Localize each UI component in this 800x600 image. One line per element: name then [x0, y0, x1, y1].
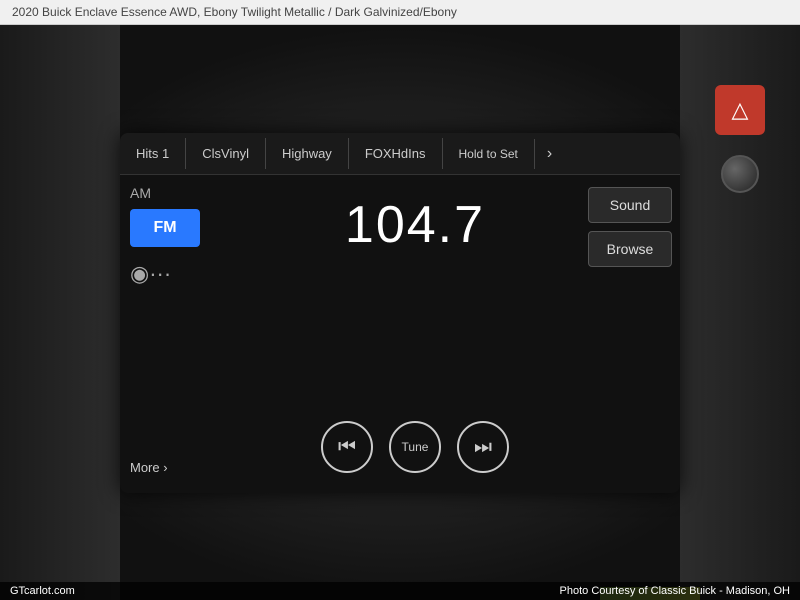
- title-bar: 2020 Buick Enclave Essence AWD, Ebony Tw…: [0, 0, 800, 25]
- car-area: △ Hits 1 ClsVinyl Highway: [0, 25, 800, 600]
- page-container: 2020 Buick Enclave Essence AWD, Ebony Tw…: [0, 0, 800, 600]
- tab-arrow[interactable]: ›: [535, 137, 564, 171]
- tab-hits1[interactable]: Hits 1: [120, 138, 186, 169]
- preset-tabs: Hits 1 ClsVinyl Highway FOXHdIns Hold to…: [120, 133, 680, 175]
- right-knob[interactable]: [721, 155, 759, 193]
- watermark: GTcarlot.com: [10, 585, 75, 597]
- left-col: AM FM ◉··· More ›: [120, 175, 250, 493]
- screen-content: AM FM ◉··· More › 104.7 ⏮: [120, 175, 680, 493]
- tab-highway[interactable]: Highway: [266, 138, 349, 169]
- tune-button[interactable]: Tune: [389, 421, 441, 473]
- browse-button[interactable]: Browse: [588, 231, 672, 267]
- next-button[interactable]: ⏭: [457, 421, 509, 473]
- frequency-display: 104.7: [345, 195, 485, 255]
- hazard-icon: △: [732, 97, 749, 123]
- photo-credit-bar: GTcarlot.com Photo Courtesy of Classic B…: [0, 582, 800, 600]
- am-label: AM: [130, 185, 151, 201]
- prev-icon: ⏮: [338, 436, 356, 459]
- dash-left: [0, 25, 120, 600]
- prev-button[interactable]: ⏮: [321, 421, 373, 473]
- vehicle-title: 2020 Buick Enclave Essence AWD, Ebony Tw…: [12, 5, 457, 19]
- screen: Hits 1 ClsVinyl Highway FOXHdIns Hold to…: [120, 133, 680, 493]
- next-icon: ⏭: [474, 436, 492, 459]
- infotainment-screen: Hits 1 ClsVinyl Highway FOXHdIns Hold to…: [120, 133, 680, 493]
- sound-button[interactable]: Sound: [588, 187, 672, 223]
- right-col: Sound Browse: [580, 175, 680, 493]
- photo-credit: Photo Courtesy of Classic Buick - Madiso…: [560, 585, 790, 597]
- playback-controls: ⏮ Tune ⏭: [321, 421, 509, 473]
- dash-right: △: [680, 25, 800, 600]
- tab-foxhdins[interactable]: FOXHdIns: [349, 138, 443, 169]
- tab-clsvinyl[interactable]: ClsVinyl: [186, 138, 266, 169]
- fm-button[interactable]: FM: [130, 209, 200, 247]
- tab-hold-to-set[interactable]: Hold to Set: [443, 139, 535, 169]
- hazard-button[interactable]: △: [715, 85, 765, 135]
- center-col: 104.7 ⏮ Tune ⏭: [250, 175, 580, 493]
- sirius-icon[interactable]: ◉···: [130, 261, 171, 287]
- sirius-logo-icon: ◉···: [130, 261, 171, 287]
- more-button[interactable]: More ›: [130, 460, 168, 483]
